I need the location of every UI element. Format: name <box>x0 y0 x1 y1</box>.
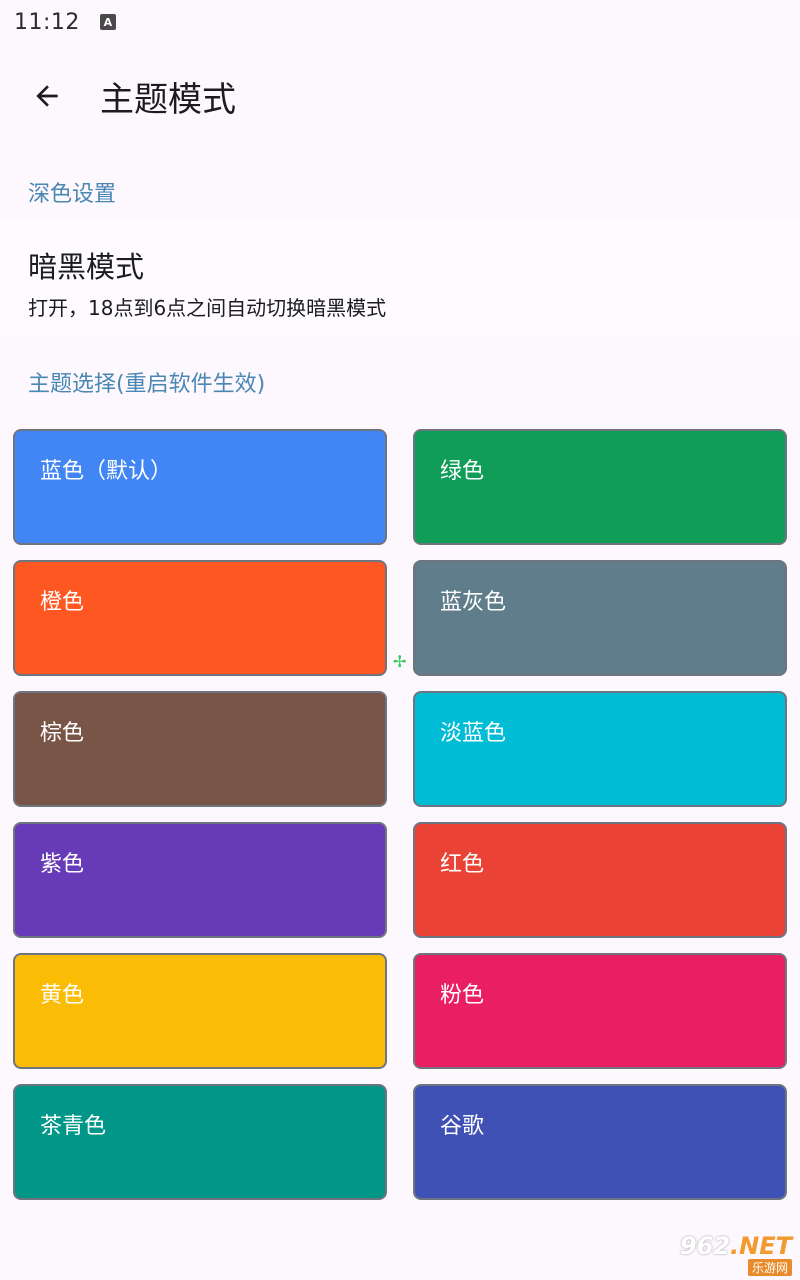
theme-card-yellow[interactable]: 黄色 <box>13 953 387 1069</box>
theme-label: 绿色 <box>440 459 485 484</box>
theme-select-header: 主题选择(重启软件生效) <box>28 372 266 397</box>
theme-card-red[interactable]: 红色 <box>413 822 787 938</box>
theme-label: 黄色 <box>40 983 85 1008</box>
theme-card-blue[interactable]: 蓝色（默认） <box>13 429 387 545</box>
theme-card-teal[interactable]: 茶青色 <box>13 1084 387 1200</box>
theme-label: 棕色 <box>40 721 85 746</box>
theme-card-light-blue[interactable]: 淡蓝色 <box>413 691 787 807</box>
dark-mode-description: 打开，18点到6点之间自动切换暗黑模式 <box>28 296 387 320</box>
theme-card-orange[interactable]: 橙色 <box>13 560 387 676</box>
theme-label: 蓝灰色 <box>440 590 507 615</box>
watermark-brand-prefix: 962 <box>679 1231 731 1260</box>
theme-label: 紫色 <box>40 852 85 877</box>
dark-mode-item[interactable]: 暗黑模式 打开，18点到6点之间自动切换暗黑模式 <box>0 220 800 336</box>
status-bar: 11:12 A <box>0 0 800 44</box>
theme-label: 茶青色 <box>40 1114 107 1139</box>
theme-label: 粉色 <box>440 983 485 1008</box>
watermark-logo: 962.NET 乐游网 <box>652 1232 792 1276</box>
theme-label: 蓝色（默认） <box>40 459 173 484</box>
theme-card-purple[interactable]: 紫色 <box>13 822 387 938</box>
theme-card-brown[interactable]: 棕色 <box>13 691 387 807</box>
page-title: 主题模式 <box>100 79 236 120</box>
watermark-subtitle: 乐游网 <box>747 1258 792 1276</box>
theme-label: 红色 <box>440 852 485 877</box>
arrow-left-icon <box>36 85 58 107</box>
theme-card-pink[interactable]: 粉色 <box>413 953 787 1069</box>
status-time: 11:12 <box>14 9 80 35</box>
theme-card-google[interactable]: 谷歌 <box>413 1084 787 1200</box>
notification-icon: A <box>99 14 116 30</box>
dark-settings-header: 深色设置 <box>28 182 117 207</box>
theme-label: 淡蓝色 <box>440 721 507 746</box>
sparkle-icon: ✢ <box>393 652 407 671</box>
app-bar: 主题模式 <box>0 56 800 136</box>
theme-label: 谷歌 <box>440 1114 485 1139</box>
watermark-brand-suffix: .NET <box>730 1231 792 1260</box>
theme-grid: 蓝色（默认） 绿色 橙色 蓝灰色 棕色 淡蓝色 紫色 红色 黄色 粉色 茶青色 … <box>13 429 787 1200</box>
dark-mode-title: 暗黑模式 <box>28 250 145 284</box>
theme-card-green[interactable]: 绿色 <box>413 429 787 545</box>
theme-label: 橙色 <box>40 590 85 615</box>
back-button[interactable] <box>17 66 77 126</box>
theme-card-blue-grey[interactable]: 蓝灰色 <box>413 560 787 676</box>
